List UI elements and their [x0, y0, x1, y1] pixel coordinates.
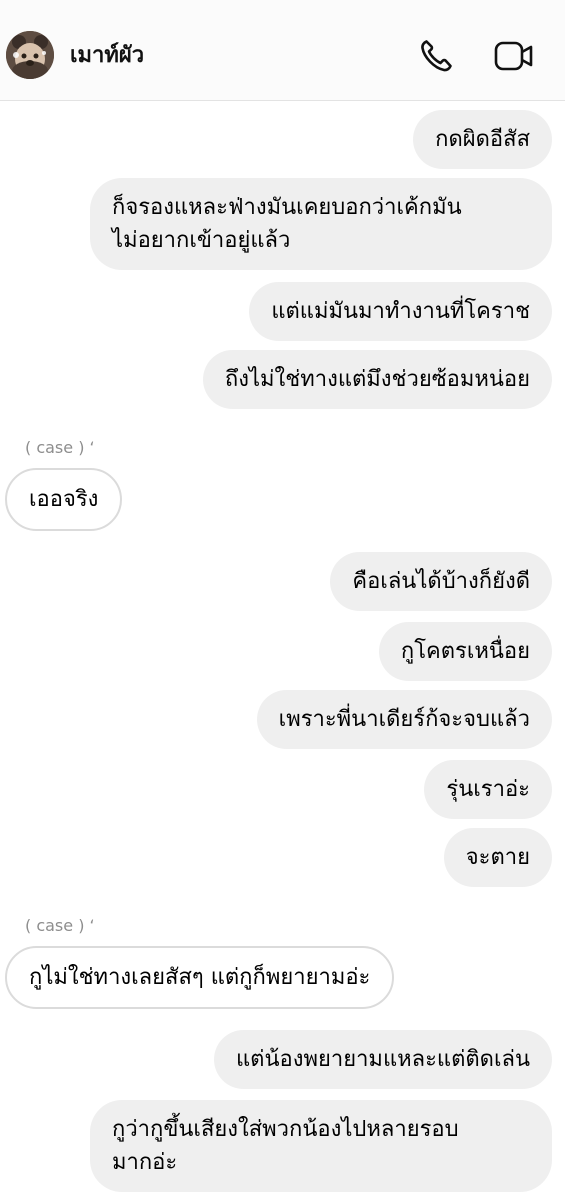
- message-row: กูไม่ใช่ทางเลยสัสๆ แต่กูก็พยายามอ่ะ: [5, 946, 395, 1009]
- phone-icon[interactable]: [416, 36, 456, 76]
- message-bubble[interactable]: คือเล่นได้บ้างก็ยังดี: [330, 552, 552, 611]
- message-bubble[interactable]: กูโคตรเหนื่อย: [378, 622, 552, 681]
- message-bubble[interactable]: กูว่ากูขึ้นเสียงใส่พวกน้องไปหลายรอบ มากอ…: [90, 1100, 552, 1192]
- chat-header: เมาท์ผัว: [0, 0, 565, 101]
- message-row: แต่น้องพยายามแหละแต่ติดเล่น: [213, 1030, 552, 1089]
- message-row: เพราะพี่นาเดียร์ก้จะจบแล้ว: [256, 690, 552, 749]
- message-row: กูว่ากูขึ้นเสียงใส่พวกน้องไปหลายรอบ มากอ…: [90, 1100, 552, 1192]
- message-row: ถึงไม่ใช่ทางแต่มึงช่วยซ้อมหน่อย: [202, 350, 552, 409]
- message-bubble[interactable]: กดผิดอีสัส: [413, 110, 552, 169]
- message-bubble[interactable]: เออจริง: [5, 468, 123, 531]
- video-camera-icon[interactable]: [493, 36, 533, 76]
- contact-name[interactable]: เมาท์ผัว: [70, 40, 144, 72]
- avatar[interactable]: [6, 31, 54, 79]
- message-row: คือเล่นได้บ้างก็ยังดี: [330, 552, 552, 611]
- message-bubble[interactable]: จะตาย: [443, 828, 552, 887]
- message-bubble[interactable]: ก็จรองแหละฟ่างมันเคยบอกว่าเค้กมัน ไม่อยา…: [90, 178, 552, 270]
- message-row: กูโคตรเหนื่อย: [378, 622, 552, 681]
- chat-screen: เมาท์ผัว กดผิดอีสัส ก็จรองแหละฟ่างมันเคย…: [0, 0, 565, 1200]
- message-bubble[interactable]: เพราะพี่นาเดียร์ก้จะจบแล้ว: [256, 690, 552, 749]
- avatar-image: [6, 31, 54, 79]
- message-row: กดผิดอีสัส: [413, 110, 552, 169]
- sender-tag: ( case ) ‘: [25, 438, 95, 457]
- message-bubble[interactable]: กูไม่ใช่ทางเลยสัสๆ แต่กูก็พยายามอ่ะ: [5, 946, 395, 1009]
- message-row: ก็จรองแหละฟ่างมันเคยบอกว่าเค้กมัน ไม่อยา…: [90, 178, 552, 270]
- message-bubble[interactable]: แต่น้องพยายามแหละแต่ติดเล่น: [213, 1030, 552, 1089]
- message-thread: กดผิดอีสัส ก็จรองแหละฟ่างมันเคยบอกว่าเค้…: [0, 100, 565, 1200]
- message-bubble[interactable]: รุ่นเราอ่ะ: [424, 760, 552, 819]
- message-bubble[interactable]: แต่แม่มันมาทำงานที่โคราช: [249, 282, 552, 341]
- message-bubble[interactable]: ถึงไม่ใช่ทางแต่มึงช่วยซ้อมหน่อย: [202, 350, 552, 409]
- message-row: แต่แม่มันมาทำงานที่โคราช: [249, 282, 552, 341]
- sender-tag: ( case ) ‘: [25, 916, 95, 935]
- message-row: จะตาย: [443, 828, 552, 887]
- message-row: รุ่นเราอ่ะ: [424, 760, 552, 819]
- message-row: เออจริง: [5, 468, 123, 531]
